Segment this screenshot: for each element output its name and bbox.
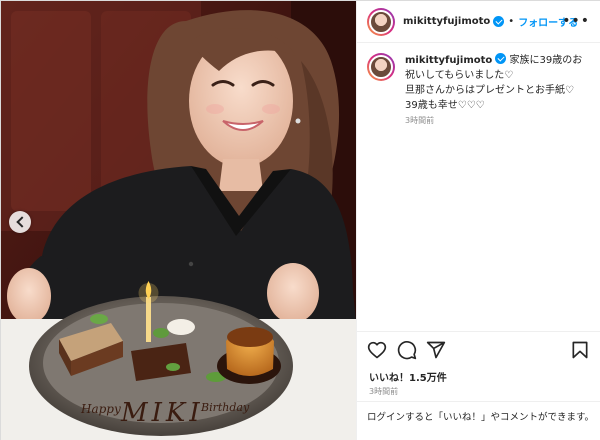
caption-username[interactable]: mikittyfujimoto: [405, 55, 492, 66]
like-count[interactable]: いいね！1.5万件: [369, 369, 447, 384]
header-username[interactable]: mikittyfujimoto: [403, 16, 490, 27]
caption-avatar-ring[interactable]: [367, 53, 395, 81]
avatar-story-ring[interactable]: [367, 7, 395, 36]
caption-timestamp: 3時間前: [405, 116, 435, 125]
post-header: mikittyfujimoto • フォローする •••: [357, 1, 600, 43]
verified-badge-icon: [495, 53, 507, 64]
avatar[interactable]: [369, 9, 393, 34]
post-photo[interactable]: Happy MIKI Birthday: [1, 1, 356, 440]
plate-writing-name: MIKI: [120, 398, 204, 428]
paper-plane-icon[interactable]: [426, 340, 446, 360]
post-timestamp[interactable]: 3時間前: [369, 386, 398, 397]
plate-writing-left: Happy: [80, 402, 121, 416]
login-prompt-bar: ログインすると「いいね！」やコメントができます。: [357, 401, 600, 440]
caption-body: mikittyfujimoto 家族に39歳のお祝いしてもらいました♡ 旦那さん…: [405, 53, 592, 113]
header-separator: •: [508, 16, 515, 27]
caption-avatar[interactable]: [369, 55, 393, 79]
carousel-prev-button[interactable]: [9, 211, 31, 233]
post-side-panel: mikittyfujimoto • フォローする ••• mikittyfuji…: [356, 1, 600, 440]
action-bar: [357, 331, 600, 367]
caption-comment: mikittyfujimoto 家族に39歳のお祝いしてもらいました♡ 旦那さん…: [367, 53, 592, 113]
bookmark-icon[interactable]: [570, 340, 590, 360]
instagram-post-embed: Happy MIKI Birthday mikittyfujimoto • フォ…: [0, 0, 600, 440]
verified-badge-icon: [493, 16, 505, 27]
more-options-icon[interactable]: •••: [562, 14, 590, 28]
login-prompt-text[interactable]: ログインすると「いいね！」やコメントができます。: [367, 411, 595, 425]
heart-icon[interactable]: [367, 340, 387, 360]
plate-writing-right: Birthday: [200, 401, 250, 414]
birthday-photo-illustration: Happy MIKI Birthday: [1, 1, 356, 440]
comment-icon[interactable]: [397, 340, 417, 360]
